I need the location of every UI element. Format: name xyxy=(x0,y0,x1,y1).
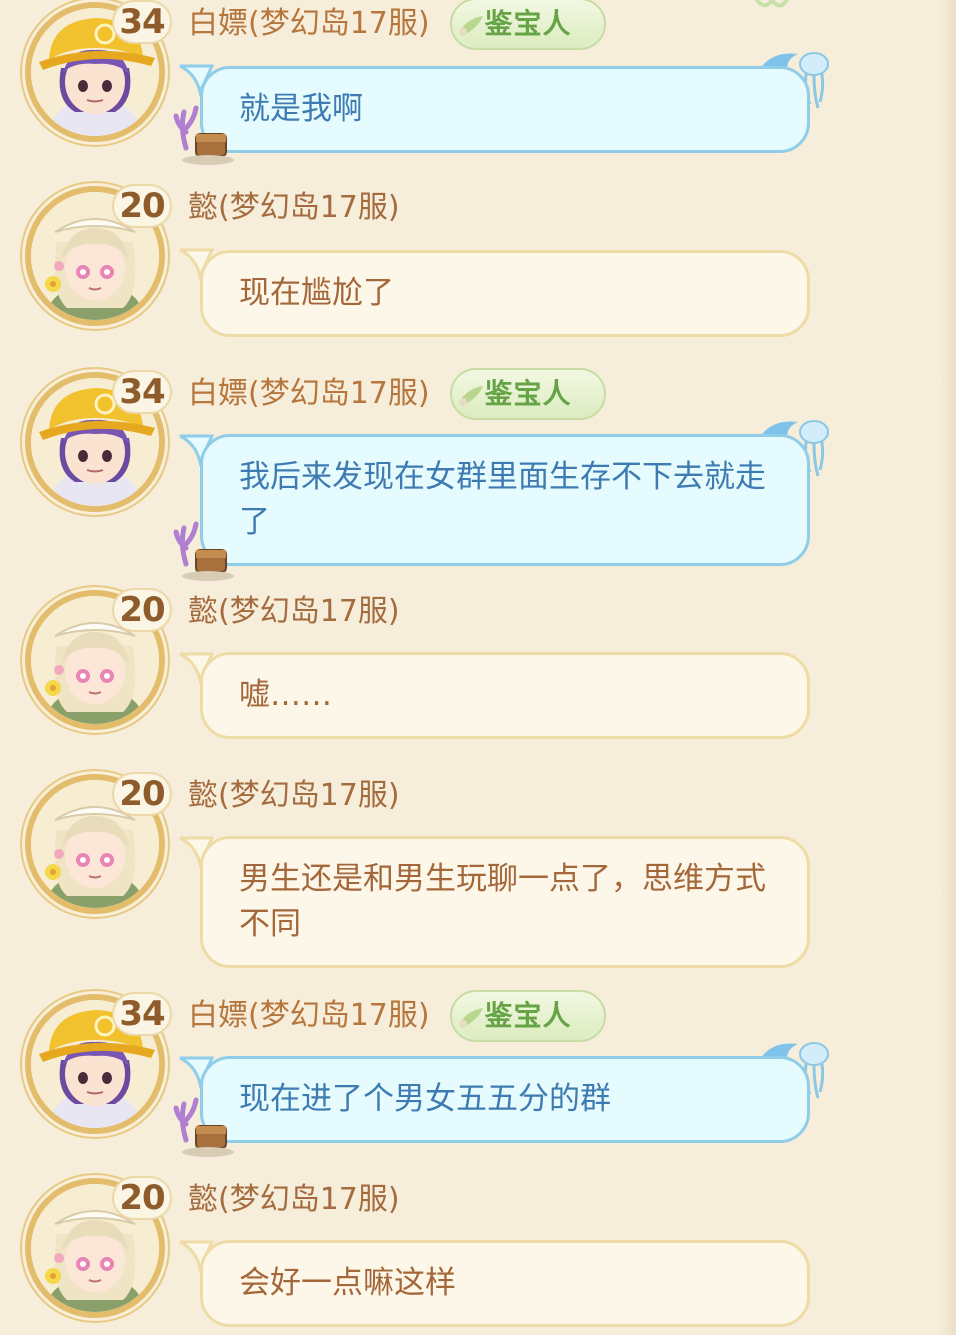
title-badge: 鉴宝人 xyxy=(450,990,606,1042)
message-bubble[interactable]: 嘘…… xyxy=(200,652,810,739)
message-bubble[interactable]: 现在进了个男女五五分的群 xyxy=(200,1056,810,1143)
title-badge: 鉴宝人 xyxy=(450,0,606,50)
title-badge-label: 鉴宝人 xyxy=(484,377,572,410)
message-bubble[interactable]: 就是我啊 xyxy=(200,66,810,153)
level-badge: 20 xyxy=(112,1176,172,1220)
sender-name[interactable]: 白嫖(梦幻岛17服) xyxy=(188,4,430,44)
level-badge: 34 xyxy=(112,0,172,44)
coral-treasure-icon xyxy=(173,105,234,165)
leaf-decoration-icon xyxy=(754,0,790,8)
message-bubble[interactable]: 会好一点嘛这样 xyxy=(200,1240,810,1327)
level-badge: 34 xyxy=(112,370,172,414)
message-bubble[interactable]: 男生还是和男生玩聊一点了，思维方式不同 xyxy=(200,836,810,968)
scroll-icon xyxy=(459,16,483,36)
sender-name[interactable]: 懿(梦幻岛17服) xyxy=(188,1180,400,1220)
level-badge: 34 xyxy=(112,992,172,1036)
sender-name[interactable]: 懿(梦幻岛17服) xyxy=(188,188,400,228)
sender-name[interactable]: 懿(梦幻岛17服) xyxy=(188,592,400,632)
title-badge-label: 鉴宝人 xyxy=(484,7,572,40)
level-badge: 20 xyxy=(112,184,172,228)
level-badge: 20 xyxy=(112,588,172,632)
chat-history[interactable]: 34 白嫖(梦幻岛17服) 鉴宝人 就是我啊 20 懿(梦幻岛17服) 现在尴尬… xyxy=(0,0,956,1335)
message-bubble[interactable]: 我后来发现在女群里面生存不下去就走了 xyxy=(200,434,810,566)
title-badge-label: 鉴宝人 xyxy=(484,999,572,1032)
coral-treasure-icon xyxy=(173,521,234,581)
sender-name[interactable]: 懿(梦幻岛17服) xyxy=(188,776,400,816)
coral-treasure-icon xyxy=(173,1097,234,1157)
title-badge: 鉴宝人 xyxy=(450,368,606,420)
message-bubble[interactable]: 现在尴尬了 xyxy=(200,250,810,337)
level-badge: 20 xyxy=(112,772,172,816)
right-edge-shadow xyxy=(940,0,956,1335)
sender-name[interactable]: 白嫖(梦幻岛17服) xyxy=(188,996,430,1036)
scroll-icon xyxy=(459,1008,483,1028)
scroll-icon xyxy=(459,386,483,406)
sender-name[interactable]: 白嫖(梦幻岛17服) xyxy=(188,374,430,414)
